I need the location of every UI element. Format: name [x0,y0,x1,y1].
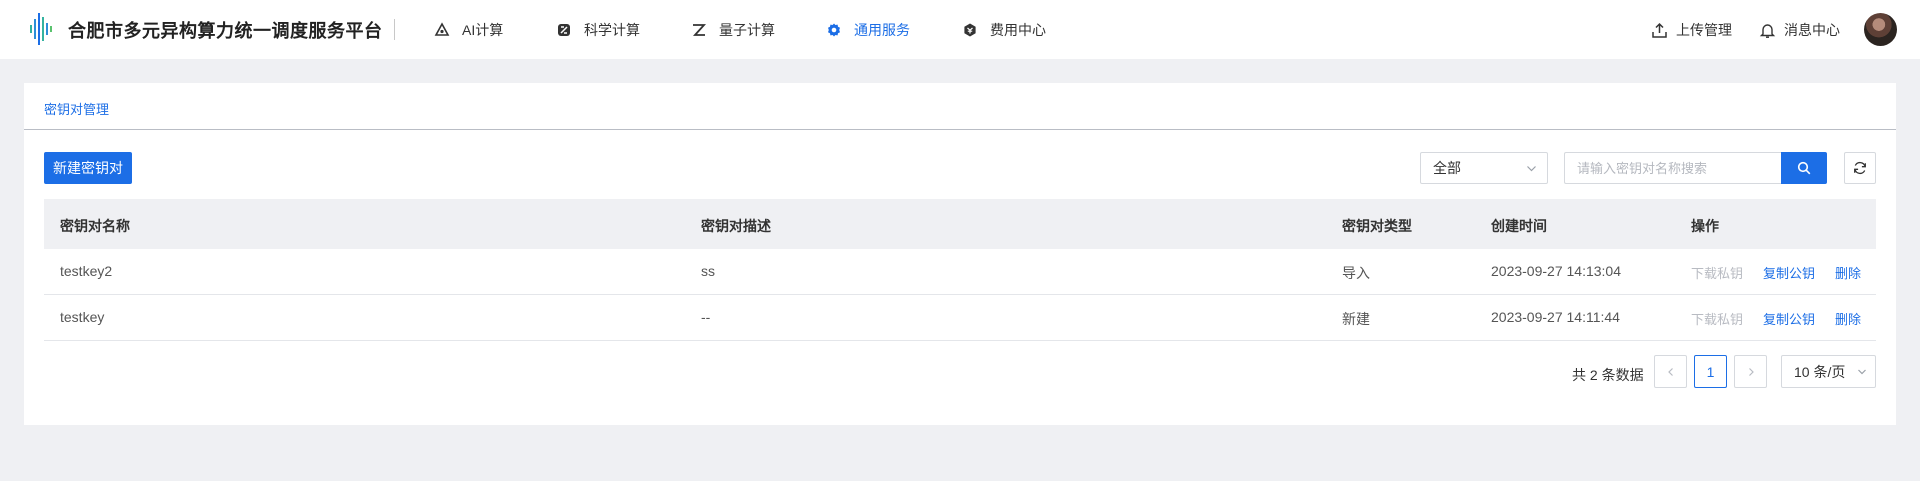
prev-page-button[interactable] [1654,355,1687,388]
next-page-button[interactable] [1734,355,1767,388]
search-button[interactable] [1781,152,1827,184]
search-icon [1797,161,1811,175]
card-title-bar: 密钥对管理 [24,83,1896,130]
billing-icon [964,23,976,37]
keypair-created-time: 2023-09-27 14:13:04 [1491,263,1621,279]
column-header-created: 创建时间 [1491,218,1547,234]
nav-ai-compute[interactable]: AI计算 [434,20,503,40]
search-input[interactable] [1564,152,1781,184]
gear-icon [828,23,840,37]
nav-label: 科学计算 [584,22,640,38]
keypair-table: 密钥对名称 密钥对描述 密钥对类型 创建时间 操作 testkey2 ss 导入… [44,199,1876,341]
download-private-key-link[interactable]: 下载私钥 [1691,309,1743,328]
copy-public-key-link[interactable]: 复制公钥 [1763,263,1815,282]
bell-icon [1759,23,1776,38]
keypair-name: testkey2 [60,263,113,279]
table-header: 密钥对名称 密钥对描述 密钥对类型 创建时间 操作 [44,199,1876,249]
new-keypair-button[interactable]: 新建密钥对 [44,152,132,184]
nav-label: 通用服务 [854,22,910,38]
keypair-created-time: 2023-09-27 14:11:44 [1491,309,1620,325]
filter-selected-value: 全部 [1433,160,1461,176]
keypair-description: ss [701,263,715,279]
ai-compute-icon [434,22,450,36]
page-title: 密钥对管理 [44,102,110,117]
upload-management-link[interactable]: 上传管理 [1651,20,1732,40]
nav-quantum-compute[interactable]: 量子计算 [691,20,775,40]
logo-icon [30,13,52,45]
download-private-key-link[interactable]: 下载私钥 [1691,263,1743,282]
refresh-button[interactable] [1844,152,1876,184]
table-row: testkey -- 新建 2023-09-27 14:11:44 下载私钥 复… [44,295,1876,341]
upload-label: 上传管理 [1676,22,1732,38]
page-size-select[interactable]: 10 条/页 [1781,355,1876,388]
nav-label: 量子计算 [719,22,775,38]
column-header-actions: 操作 [1691,218,1719,234]
nav-billing-center[interactable]: 费用中心 [962,20,1046,40]
column-header-description: 密钥对描述 [701,218,771,234]
keypair-name: testkey [60,309,105,325]
avatar[interactable] [1864,13,1897,46]
chevron-down-icon [1527,166,1536,172]
table-row: testkey2 ss 导入 2023-09-27 14:13:04 下载私钥 … [44,249,1876,295]
science-compute-icon [558,24,570,36]
message-center-link[interactable]: 消息中心 [1759,20,1840,40]
type-filter-select[interactable]: 全部 [1420,152,1548,184]
delete-link[interactable]: 删除 [1835,309,1861,328]
delete-link[interactable]: 删除 [1835,263,1861,282]
upload-icon [1652,22,1667,38]
quantum-compute-icon [692,24,707,36]
page-size-value: 10 条/页 [1794,363,1846,380]
chevron-right-icon [1748,367,1754,376]
nav-label: 费用中心 [990,22,1046,38]
brand-divider [394,19,395,40]
copy-public-key-link[interactable]: 复制公钥 [1763,309,1815,328]
total-count: 共 2 条数据 [1572,367,1644,383]
keypair-type: 新建 [1342,311,1370,327]
messages-label: 消息中心 [1784,22,1840,38]
column-header-type: 密钥对类型 [1342,218,1412,234]
nav-general-service[interactable]: 通用服务 [826,20,910,40]
chevron-down-icon [1858,369,1866,375]
nav-label: AI计算 [462,22,504,38]
keypair-description: -- [701,309,711,325]
refresh-icon [1854,161,1866,175]
brand-title: 合肥市多元异构算力统一调度服务平台 [68,21,383,41]
keypair-type: 导入 [1342,265,1370,281]
page-number-button[interactable]: 1 [1694,355,1727,388]
nav-science-compute[interactable]: 科学计算 [556,20,640,40]
chevron-left-icon [1667,367,1673,376]
keypair-card: 密钥对管理 新建密钥对 全部 密钥对名称 密钥对描述 密钥对类型 创建时间 操作… [24,83,1896,425]
top-header: 合肥市多元异构算力统一调度服务平台 AI计算 科学计算 量子计算 通用服务 费用… [0,0,1920,59]
column-header-name: 密钥对名称 [60,218,130,234]
